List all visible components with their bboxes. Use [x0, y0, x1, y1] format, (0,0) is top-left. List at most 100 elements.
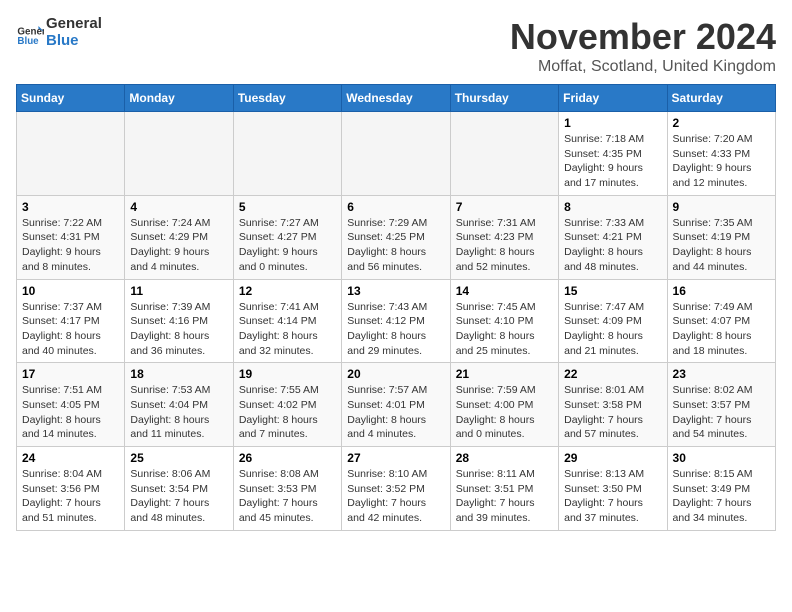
day-number: 8	[564, 200, 661, 214]
day-info: Sunrise: 7:22 AM Sunset: 4:31 PM Dayligh…	[22, 216, 119, 275]
day-number: 11	[130, 284, 227, 298]
calendar-day-cell: 17 Sunrise: 7:51 AM Sunset: 4:05 PM Dayli…	[17, 363, 125, 447]
location-title: Moffat, Scotland, United Kingdom	[510, 58, 776, 76]
day-number: 17	[22, 367, 119, 381]
day-info: Sunrise: 7:43 AM Sunset: 4:12 PM Dayligh…	[347, 300, 444, 359]
day-number: 6	[347, 200, 444, 214]
calendar-day-cell: 22 Sunrise: 8:01 AM Sunset: 3:58 PM Dayli…	[559, 363, 667, 447]
calendar-day-cell: 9Sunrise: 7:35 AM Sunset: 4:19 PM Daylig…	[667, 195, 775, 279]
calendar-day-cell: 6Sunrise: 7:29 AM Sunset: 4:25 PM Daylig…	[342, 195, 450, 279]
weekday-header: Friday	[559, 85, 667, 112]
calendar-week-row: 3 Sunrise: 7:22 AM Sunset: 4:31 PM Daylig…	[17, 195, 776, 279]
day-number: 5	[239, 200, 336, 214]
day-number: 3	[22, 200, 119, 214]
calendar-day-cell	[450, 112, 558, 196]
calendar-day-cell: 28Sunrise: 8:11 AM Sunset: 3:51 PM Dayli…	[450, 447, 558, 531]
day-info: Sunrise: 7:55 AM Sunset: 4:02 PM Dayligh…	[239, 383, 336, 442]
weekday-header: Tuesday	[233, 85, 341, 112]
svg-text:Blue: Blue	[17, 36, 39, 47]
day-number: 13	[347, 284, 444, 298]
calendar-day-cell: 26 Sunrise: 8:08 AM Sunset: 3:53 PM Dayli…	[233, 447, 341, 531]
header: General Blue General Blue November 2024 …	[16, 16, 776, 76]
calendar-day-cell: 15Sunrise: 7:47 AM Sunset: 4:09 PM Dayli…	[559, 279, 667, 363]
day-info: Sunrise: 7:49 AM Sunset: 4:07 PM Dayligh…	[673, 300, 770, 359]
calendar-week-row: 1 Sunrise: 7:18 AM Sunset: 4:35 PM Daylig…	[17, 112, 776, 196]
calendar-day-cell: 20 Sunrise: 7:57 AM Sunset: 4:01 PM Dayli…	[342, 363, 450, 447]
logo-line2: Blue	[46, 33, 102, 50]
day-number: 27	[347, 451, 444, 465]
calendar-day-cell: 4 Sunrise: 7:24 AM Sunset: 4:29 PM Daylig…	[125, 195, 233, 279]
calendar-day-cell	[342, 112, 450, 196]
day-info: Sunrise: 7:20 AM Sunset: 4:33 PM Dayligh…	[673, 132, 770, 191]
day-info: Sunrise: 8:08 AM Sunset: 3:53 PM Dayligh…	[239, 467, 336, 526]
day-info: Sunrise: 8:13 AM Sunset: 3:50 PM Dayligh…	[564, 467, 661, 526]
calendar-week-row: 17 Sunrise: 7:51 AM Sunset: 4:05 PM Dayli…	[17, 363, 776, 447]
day-number: 20	[347, 367, 444, 381]
calendar-day-cell: 14Sunrise: 7:45 AM Sunset: 4:10 PM Dayli…	[450, 279, 558, 363]
title-area: November 2024 Moffat, Scotland, United K…	[510, 16, 776, 76]
day-number: 10	[22, 284, 119, 298]
weekday-header: Wednesday	[342, 85, 450, 112]
day-number: 30	[673, 451, 770, 465]
day-number: 2	[673, 116, 770, 130]
day-number: 9	[673, 200, 770, 214]
calendar-day-cell: 3 Sunrise: 7:22 AM Sunset: 4:31 PM Daylig…	[17, 195, 125, 279]
calendar-week-row: 10 Sunrise: 7:37 AM Sunset: 4:17 PM Dayli…	[17, 279, 776, 363]
calendar-day-cell: 30 Sunrise: 8:15 AM Sunset: 3:49 PM Dayli…	[667, 447, 775, 531]
day-info: Sunrise: 7:59 AM Sunset: 4:00 PM Dayligh…	[456, 383, 553, 442]
calendar-day-cell	[17, 112, 125, 196]
calendar-day-cell: 21Sunrise: 7:59 AM Sunset: 4:00 PM Dayli…	[450, 363, 558, 447]
day-info: Sunrise: 8:02 AM Sunset: 3:57 PM Dayligh…	[673, 383, 770, 442]
day-info: Sunrise: 7:18 AM Sunset: 4:35 PM Dayligh…	[564, 132, 661, 191]
day-number: 14	[456, 284, 553, 298]
logo: General Blue General Blue	[16, 16, 102, 49]
weekday-header: Thursday	[450, 85, 558, 112]
day-number: 1	[564, 116, 661, 130]
calendar-day-cell: 8 Sunrise: 7:33 AM Sunset: 4:21 PM Daylig…	[559, 195, 667, 279]
day-info: Sunrise: 7:41 AM Sunset: 4:14 PM Dayligh…	[239, 300, 336, 359]
calendar-day-cell: 1 Sunrise: 7:18 AM Sunset: 4:35 PM Daylig…	[559, 112, 667, 196]
day-info: Sunrise: 7:33 AM Sunset: 4:21 PM Dayligh…	[564, 216, 661, 275]
calendar-day-cell: 7 Sunrise: 7:31 AM Sunset: 4:23 PM Daylig…	[450, 195, 558, 279]
calendar-day-cell: 2 Sunrise: 7:20 AM Sunset: 4:33 PM Daylig…	[667, 112, 775, 196]
weekday-header: Saturday	[667, 85, 775, 112]
calendar-day-cell	[125, 112, 233, 196]
day-info: Sunrise: 8:15 AM Sunset: 3:49 PM Dayligh…	[673, 467, 770, 526]
day-info: Sunrise: 7:37 AM Sunset: 4:17 PM Dayligh…	[22, 300, 119, 359]
day-number: 19	[239, 367, 336, 381]
calendar-day-cell: 27Sunrise: 8:10 AM Sunset: 3:52 PM Dayli…	[342, 447, 450, 531]
day-number: 26	[239, 451, 336, 465]
day-info: Sunrise: 8:01 AM Sunset: 3:58 PM Dayligh…	[564, 383, 661, 442]
day-info: Sunrise: 7:51 AM Sunset: 4:05 PM Dayligh…	[22, 383, 119, 442]
calendar-day-cell: 13 Sunrise: 7:43 AM Sunset: 4:12 PM Dayli…	[342, 279, 450, 363]
day-number: 25	[130, 451, 227, 465]
day-info: Sunrise: 7:31 AM Sunset: 4:23 PM Dayligh…	[456, 216, 553, 275]
day-info: Sunrise: 7:24 AM Sunset: 4:29 PM Dayligh…	[130, 216, 227, 275]
calendar-day-cell: 12 Sunrise: 7:41 AM Sunset: 4:14 PM Dayli…	[233, 279, 341, 363]
calendar-day-cell: 19 Sunrise: 7:55 AM Sunset: 4:02 PM Dayli…	[233, 363, 341, 447]
calendar-day-cell: 25 Sunrise: 8:06 AM Sunset: 3:54 PM Dayli…	[125, 447, 233, 531]
calendar-day-cell: 16 Sunrise: 7:49 AM Sunset: 4:07 PM Dayli…	[667, 279, 775, 363]
day-number: 16	[673, 284, 770, 298]
day-info: Sunrise: 7:57 AM Sunset: 4:01 PM Dayligh…	[347, 383, 444, 442]
day-number: 4	[130, 200, 227, 214]
day-info: Sunrise: 8:04 AM Sunset: 3:56 PM Dayligh…	[22, 467, 119, 526]
weekday-header: Sunday	[17, 85, 125, 112]
calendar-day-cell: 11Sunrise: 7:39 AM Sunset: 4:16 PM Dayli…	[125, 279, 233, 363]
calendar-day-cell: 23Sunrise: 8:02 AM Sunset: 3:57 PM Dayli…	[667, 363, 775, 447]
logo-line1: General	[46, 16, 102, 33]
calendar-day-cell: 24 Sunrise: 8:04 AM Sunset: 3:56 PM Dayli…	[17, 447, 125, 531]
day-number: 18	[130, 367, 227, 381]
day-number: 12	[239, 284, 336, 298]
day-number: 22	[564, 367, 661, 381]
day-number: 24	[22, 451, 119, 465]
day-info: Sunrise: 8:06 AM Sunset: 3:54 PM Dayligh…	[130, 467, 227, 526]
calendar-day-cell: 29 Sunrise: 8:13 AM Sunset: 3:50 PM Dayli…	[559, 447, 667, 531]
calendar-day-cell: 5Sunrise: 7:27 AM Sunset: 4:27 PM Daylig…	[233, 195, 341, 279]
day-info: Sunrise: 7:47 AM Sunset: 4:09 PM Dayligh…	[564, 300, 661, 359]
day-number: 29	[564, 451, 661, 465]
calendar-day-cell: 10 Sunrise: 7:37 AM Sunset: 4:17 PM Dayli…	[17, 279, 125, 363]
day-number: 7	[456, 200, 553, 214]
calendar-table: SundayMondayTuesdayWednesdayThursdayFrid…	[16, 84, 776, 531]
logo-icon: General Blue	[16, 19, 44, 47]
